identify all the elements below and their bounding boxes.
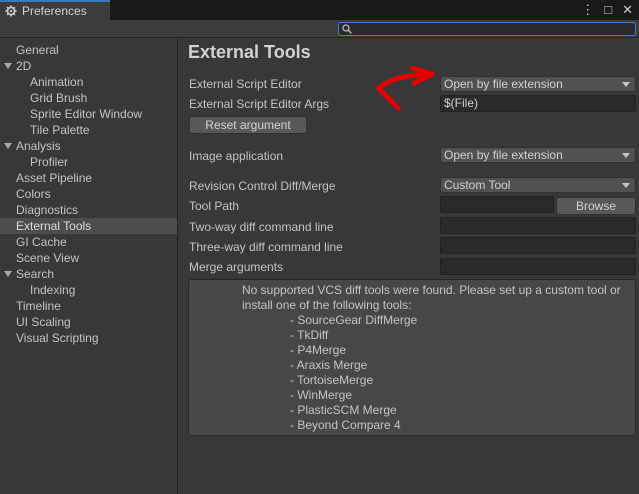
vcs-tool-item: - P4Merge — [290, 343, 347, 357]
sidebar: General 2D Animation Grid Brush Sprite Edito… — [0, 39, 178, 494]
sidebar-item-label: GI Cache — [16, 235, 67, 249]
image-application-dropdown[interactable]: Open by file extension — [440, 147, 636, 163]
sidebar-item-label: Grid Brush — [30, 91, 88, 105]
sidebar-item-label: 2D — [16, 59, 32, 73]
expand-caret-icon[interactable] — [4, 271, 12, 277]
sidebar-item-label: Tile Palette — [30, 123, 90, 137]
image-application-label: Image application — [189, 149, 284, 163]
vcs-tool-item: - PlasticSCM Merge — [290, 403, 397, 417]
vcs-tools-list: - SourceGear DiffMerge - TkDiff - P4Merge -… — [290, 313, 417, 433]
revision-control-label: Revision Control Diff/Merge — [189, 179, 336, 193]
chevron-down-icon — [622, 183, 630, 188]
sidebar-item-label: Scene View — [16, 251, 80, 265]
sidebar-item-visual-scripting[interactable]: Visual Scripting — [0, 330, 177, 346]
sidebar-item-label: External Tools — [16, 219, 92, 233]
sidebar-item-diagnostics[interactable]: Diagnostics — [0, 202, 177, 218]
vcs-tool-item: - Beyond Compare 4 — [290, 418, 401, 432]
vcs-help-message: No supported VCS diff tools were found. … — [242, 283, 621, 312]
expand-caret-icon[interactable] — [4, 63, 12, 69]
vcs-tool-item: - WinMerge — [290, 388, 353, 402]
script-editor-dropdown[interactable]: Open by file extension — [440, 76, 636, 92]
three-way-label: Three-way diff command line — [189, 240, 343, 254]
title-bar: Preferences ⋮ □ ✕ — [0, 0, 639, 20]
sidebar-item-external-tools[interactable]: External Tools — [0, 218, 177, 234]
two-way-label: Two-way diff command line — [189, 220, 334, 234]
sidebar-item-sprite-editor-window[interactable]: Sprite Editor Window — [0, 106, 177, 122]
reset-argument-button[interactable]: Reset argument — [189, 116, 307, 134]
sidebar-item-label: Analysis — [16, 139, 61, 153]
sidebar-item-indexing[interactable]: Indexing — [0, 282, 177, 298]
sidebar-item-label: Timeline — [16, 299, 61, 313]
vcs-tool-item: - SourceGear DiffMerge — [290, 313, 418, 327]
vcs-tool-item: - TortoiseMerge — [290, 373, 374, 387]
sidebar-item-label: Profiler — [30, 155, 69, 169]
vcs-tool-item: - Araxis Merge — [290, 358, 368, 372]
sidebar-item-general[interactable]: General — [0, 42, 177, 58]
script-editor-label: External Script Editor — [189, 77, 302, 91]
sidebar-item-analysis[interactable]: Analysis — [0, 138, 177, 154]
window-title: Preferences — [22, 4, 87, 18]
sidebar-item-scene-view[interactable]: Scene View — [0, 250, 177, 266]
revision-control-value: Custom Tool — [444, 178, 511, 192]
browse-button[interactable]: Browse — [556, 197, 636, 215]
tool-path-label: Tool Path — [189, 199, 240, 213]
gear-icon — [5, 5, 17, 17]
search-icon — [342, 24, 352, 34]
sidebar-nav: General 2D Animation Grid Brush Sprite Edito… — [0, 42, 177, 346]
sidebar-item-label: Animation — [30, 75, 84, 89]
sidebar-item-timeline[interactable]: Timeline — [0, 298, 177, 314]
chevron-down-icon — [622, 153, 630, 158]
sidebar-item-label: General — [16, 43, 59, 57]
merge-arguments-label: Merge arguments — [189, 260, 284, 274]
sidebar-item-label: Indexing — [30, 283, 76, 297]
close-icon[interactable]: ✕ — [622, 2, 633, 18]
image-application-value: Open by file extension — [444, 148, 563, 162]
sidebar-item-ui-scaling[interactable]: UI Scaling — [0, 314, 177, 330]
sidebar-item-label: Sprite Editor Window — [30, 107, 143, 121]
sidebar-item-asset-pipeline[interactable]: Asset Pipeline — [0, 170, 177, 186]
sidebar-item-search[interactable]: Search — [0, 266, 177, 282]
sidebar-item-grid-brush[interactable]: Grid Brush — [0, 90, 177, 106]
revision-control-dropdown[interactable]: Custom Tool — [440, 177, 636, 193]
sidebar-item-label: UI Scaling — [16, 315, 71, 329]
window-tab[interactable]: Preferences — [0, 0, 110, 20]
merge-arguments-field[interactable] — [440, 258, 636, 275]
sidebar-item-profiler[interactable]: Profiler — [0, 154, 177, 170]
script-editor-value: Open by file extension — [444, 77, 563, 91]
maximize-icon[interactable]: □ — [604, 2, 612, 18]
sidebar-item-label: Colors — [16, 187, 51, 201]
toolbar — [0, 20, 639, 38]
sidebar-item-colors[interactable]: Colors — [0, 186, 177, 202]
tool-path-field[interactable] — [440, 196, 554, 213]
three-way-field[interactable] — [440, 237, 636, 254]
kebab-menu-icon[interactable]: ⋮ — [581, 2, 594, 18]
sidebar-item-label: Asset Pipeline — [16, 171, 93, 185]
search-input[interactable] — [338, 22, 636, 36]
sidebar-item-animation[interactable]: Animation — [0, 74, 177, 90]
script-editor-args-label: External Script Editor Args — [189, 97, 330, 111]
script-editor-args-field[interactable]: $(File) — [440, 95, 636, 112]
two-way-field[interactable] — [440, 217, 636, 234]
window-controls: ⋮ □ ✕ — [581, 2, 633, 18]
sidebar-item-gi-cache[interactable]: GI Cache — [0, 234, 177, 250]
annotation-arrow-icon — [375, 66, 435, 111]
chevron-down-icon — [622, 82, 630, 87]
vcs-help-box: No supported VCS diff tools were found. … — [188, 279, 636, 436]
sidebar-item-tile-palette[interactable]: Tile Palette — [0, 122, 177, 138]
sidebar-item-label: Visual Scripting — [16, 331, 99, 345]
vcs-tool-item: - TkDiff — [290, 328, 329, 342]
page-title: External Tools — [188, 42, 311, 62]
sidebar-item-2d[interactable]: 2D — [0, 58, 177, 74]
sidebar-item-label: Diagnostics — [16, 203, 79, 217]
expand-caret-icon[interactable] — [4, 143, 12, 149]
sidebar-item-label: Search — [16, 267, 55, 281]
